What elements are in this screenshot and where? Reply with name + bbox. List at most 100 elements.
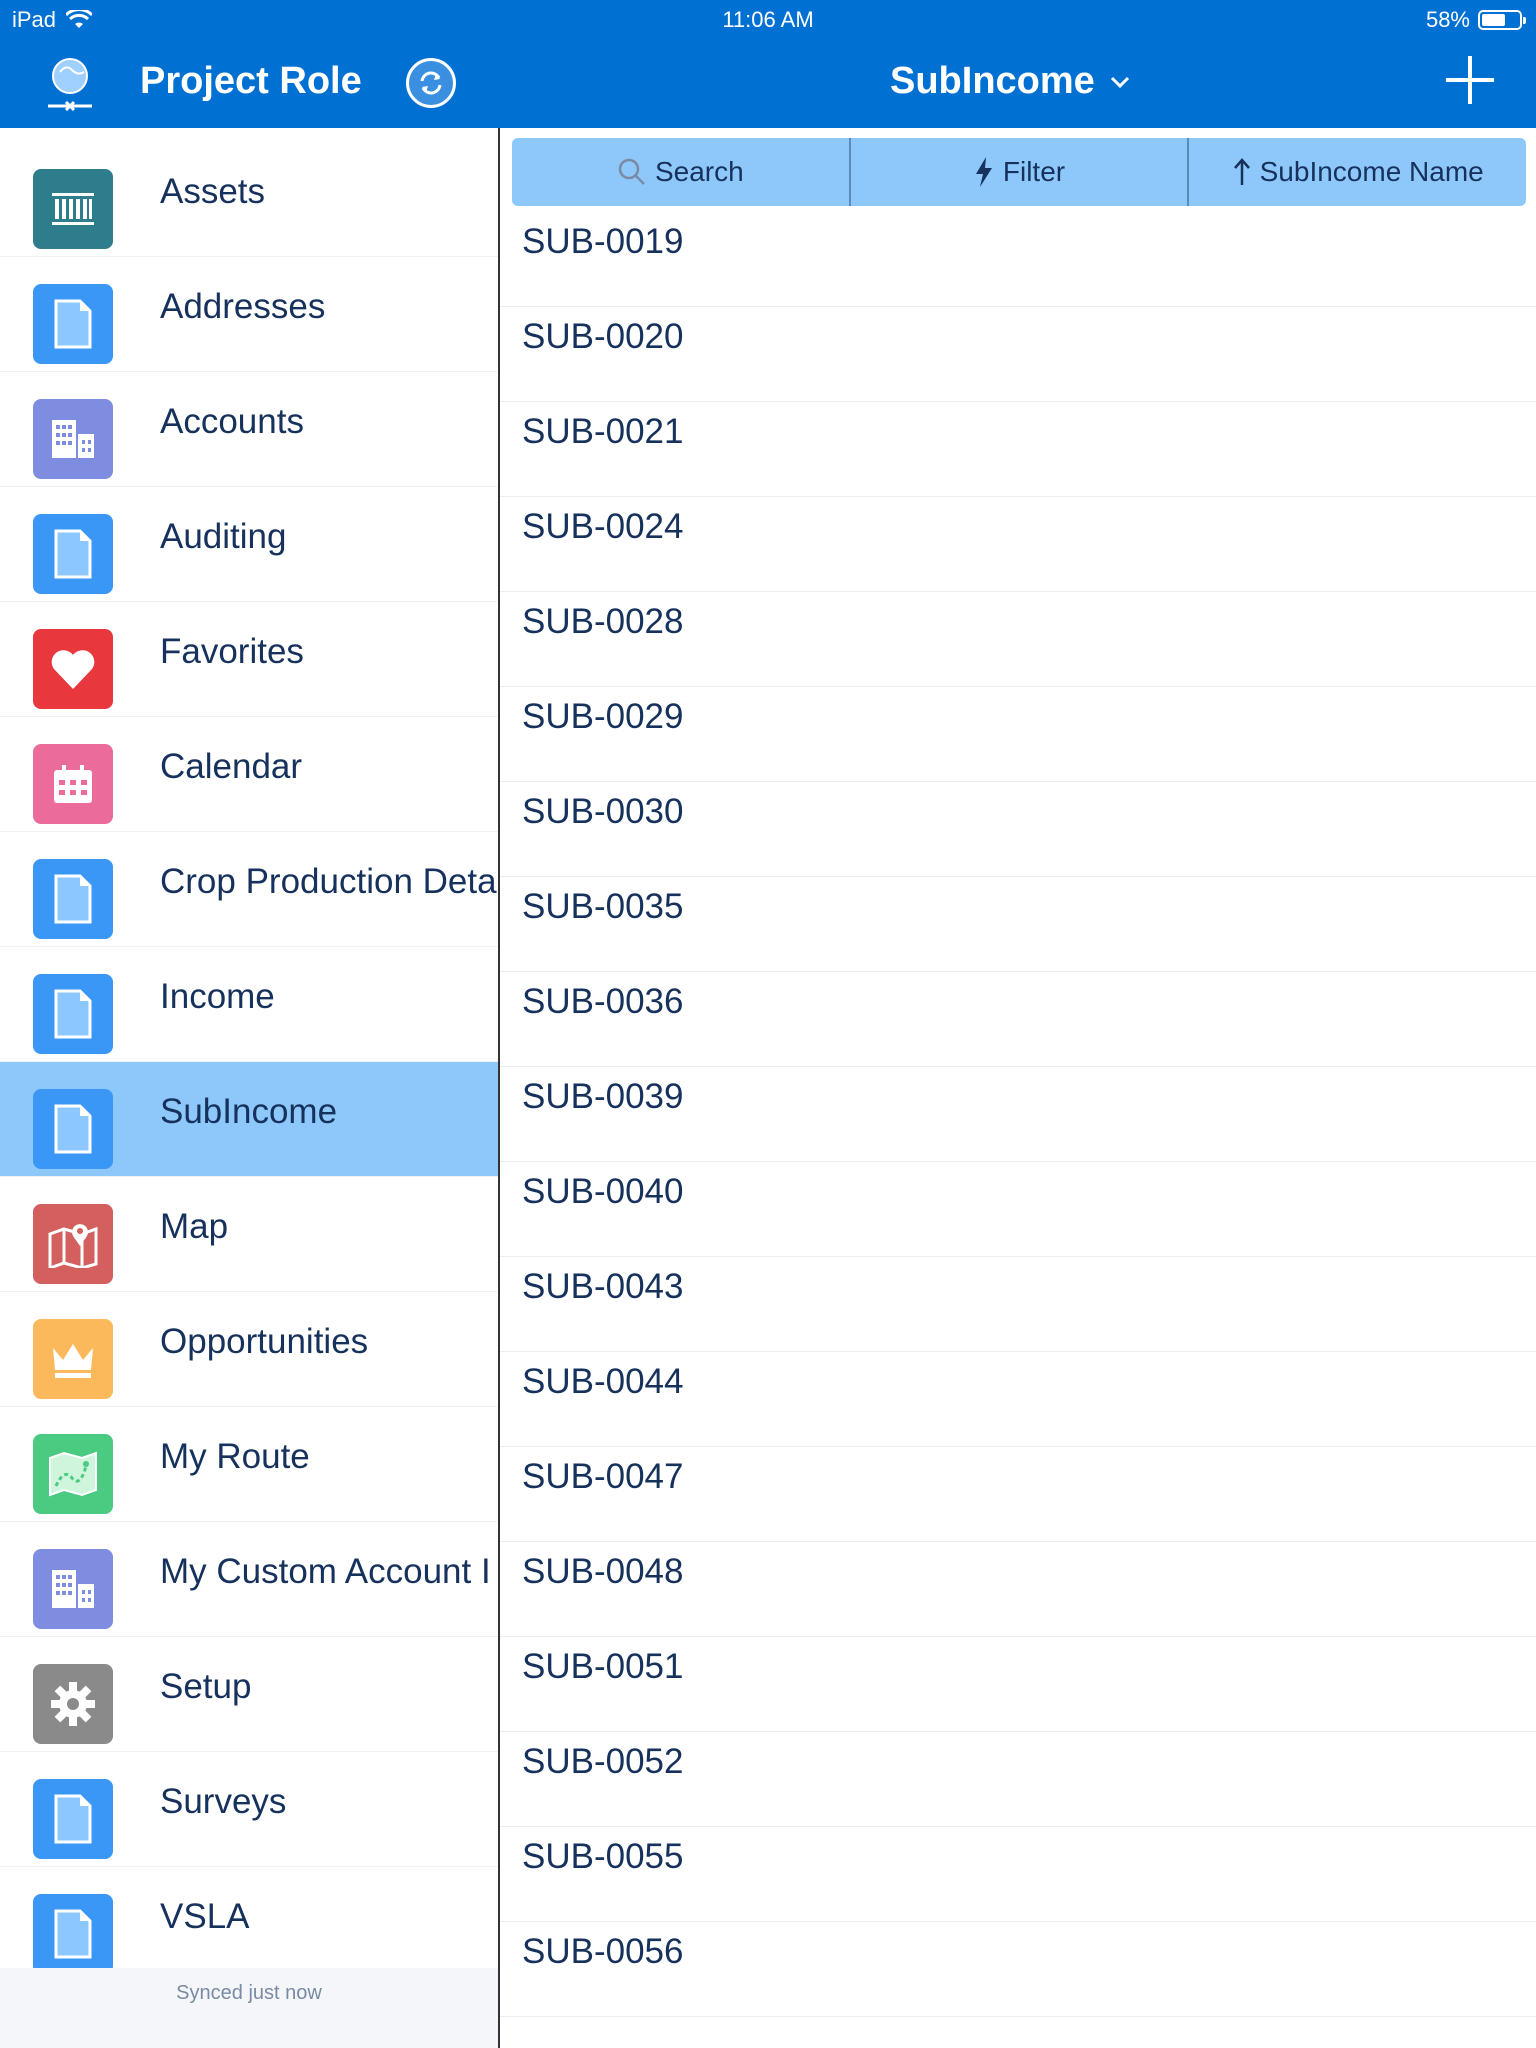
sidebar-item-label: Addresses <box>160 287 326 326</box>
status-time: 11:06 AM <box>722 7 814 32</box>
search-label: Search <box>654 156 744 187</box>
sidebar-item-label: Crop Production Deta <box>160 862 497 901</box>
filter-button[interactable]: Filter <box>851 138 1190 206</box>
building-icon <box>33 399 113 479</box>
sidebar-item-subincome[interactable]: SubIncome <box>0 1062 498 1177</box>
sidebar: Assets Addresses Accounts Auditing Favorites… <box>0 128 500 2048</box>
record-name: SUB-0043 <box>522 1267 684 1306</box>
record-name: SUB-0020 <box>522 317 684 356</box>
chevron-down-icon <box>1110 76 1129 88</box>
building-icon <box>33 1549 113 1629</box>
sidebar-item-opportunities[interactable]: Opportunities <box>0 1292 498 1407</box>
sidebar-item-label: VSLA <box>160 1897 250 1936</box>
record-name: SUB-0019 <box>522 222 684 261</box>
arrow-up-icon <box>1233 158 1250 185</box>
list-item[interactable]: SUB-0029 <box>500 687 1536 782</box>
top-bar: iPad 11:06 AM 58% Project Role SubIncome <box>0 0 1536 128</box>
list-item[interactable]: SUB-0047 <box>500 1447 1536 1542</box>
sidebar-item-accounts[interactable]: Accounts <box>0 372 498 487</box>
sidebar-item-setup[interactable]: Setup <box>0 1637 498 1752</box>
record-name: SUB-0047 <box>522 1457 684 1496</box>
map-icon <box>33 1204 113 1284</box>
list-item[interactable]: SUB-0019 <box>500 212 1536 307</box>
list-item[interactable]: SUB-0028 <box>500 592 1536 687</box>
sync-status: Synced just now <box>176 1982 322 2004</box>
calendar-icon <box>33 744 113 824</box>
app-title: Project Role <box>140 60 362 102</box>
record-name: SUB-0051 <box>522 1647 684 1686</box>
record-name: SUB-0056 <box>522 1932 684 1971</box>
sidebar-item-label: Map <box>160 1207 229 1246</box>
object-title: SubIncome <box>890 60 1095 102</box>
sidebar-item-income[interactable]: Income <box>0 947 498 1062</box>
sync-button[interactable] <box>406 58 456 108</box>
list-item[interactable]: SUB-0044 <box>500 1352 1536 1447</box>
document-icon <box>33 974 113 1054</box>
record-name: SUB-0039 <box>522 1077 684 1116</box>
status-right: 58% <box>1425 7 1526 33</box>
filter-label: Filter <box>1002 156 1066 187</box>
list-item[interactable]: SUB-0055 <box>500 1827 1536 1922</box>
sidebar-item-my-custom-account-i[interactable]: My Custom Account I <box>0 1522 498 1637</box>
record-name: SUB-0024 <box>522 507 684 546</box>
list-item[interactable]: SUB-0039 <box>500 1067 1536 1162</box>
list-item[interactable]: SUB-0051 <box>500 1637 1536 1732</box>
sidebar-item-label: Surveys <box>160 1782 287 1821</box>
sidebar-item-my-route[interactable]: My Route <box>0 1407 498 1522</box>
sidebar-item-label: SubIncome <box>160 1092 338 1131</box>
record-name: SUB-0021 <box>522 412 684 451</box>
sidebar-item-auditing[interactable]: Auditing <box>0 487 498 602</box>
sidebar-item-surveys[interactable]: Surveys <box>0 1752 498 1867</box>
sidebar-item-label: Auditing <box>160 517 287 556</box>
list-item[interactable]: SUB-0052 <box>500 1732 1536 1827</box>
sidebar-item-assets[interactable]: Assets <box>0 142 498 257</box>
sort-button[interactable]: SubIncome Name <box>1189 138 1526 206</box>
record-name: SUB-0028 <box>522 602 684 641</box>
battery-percent: 58% <box>1425 7 1470 32</box>
list-item[interactable]: SUB-0036 <box>500 972 1536 1067</box>
sidebar-item-calendar[interactable]: Calendar <box>0 717 498 832</box>
object-switcher[interactable]: SubIncome <box>890 60 1131 103</box>
list-item[interactable]: SUB-0056 <box>500 1922 1536 2017</box>
document-icon <box>33 1779 113 1859</box>
list-item[interactable]: SUB-0035 <box>500 877 1536 972</box>
document-icon <box>33 284 113 364</box>
document-icon <box>33 1089 113 1169</box>
sidebar-item-label: Opportunities <box>160 1322 369 1361</box>
sidebar-item-vsla[interactable]: VSLA <box>0 1867 498 1982</box>
barcode-icon <box>33 169 113 249</box>
sidebar-item-label: Calendar <box>160 747 303 786</box>
document-icon <box>33 859 113 939</box>
sidebar-item-label: Assets <box>160 172 266 211</box>
list-item[interactable]: SUB-0021 <box>500 402 1536 497</box>
record-name: SUB-0055 <box>522 1837 684 1876</box>
sidebar-item-favorites[interactable]: Favorites <box>0 602 498 717</box>
sort-label: SubIncome Name <box>1259 156 1484 187</box>
record-name: SUB-0029 <box>522 697 684 736</box>
list-item[interactable]: SUB-0048 <box>500 1542 1536 1637</box>
route-icon <box>33 1434 113 1514</box>
record-list-panel: Search Filter SubIncome Name SUB-0019 SUB… <box>500 128 1536 2048</box>
add-button[interactable] <box>1444 54 1496 106</box>
sidebar-item-label: Income <box>160 977 275 1016</box>
search-button[interactable]: Search <box>512 138 851 206</box>
battery-icon <box>1478 10 1526 30</box>
sidebar-item-label: My Route <box>160 1437 310 1476</box>
heart-icon <box>33 629 113 709</box>
list-item[interactable]: SUB-0020 <box>500 307 1536 402</box>
sidebar-item-crop-production-deta[interactable]: Crop Production Deta <box>0 832 498 947</box>
record-name: SUB-0030 <box>522 792 684 831</box>
list-item[interactable]: SUB-0043 <box>500 1257 1536 1352</box>
sidebar-item-addresses[interactable]: Addresses <box>0 257 498 372</box>
list-item[interactable]: SUB-0030 <box>500 782 1536 877</box>
lightning-icon <box>975 157 992 187</box>
gear-icon <box>33 1664 113 1744</box>
sidebar-item-label: Setup <box>160 1667 252 1706</box>
sidebar-item-map[interactable]: Map <box>0 1177 498 1292</box>
list-item[interactable]: SUB-0024 <box>500 497 1536 592</box>
record-name: SUB-0044 <box>522 1362 684 1401</box>
list-item[interactable]: SUB-0040 <box>500 1162 1536 1257</box>
globe-logo-icon[interactable] <box>40 54 100 114</box>
record-name: SUB-0040 <box>522 1172 684 1211</box>
document-icon <box>33 514 113 594</box>
